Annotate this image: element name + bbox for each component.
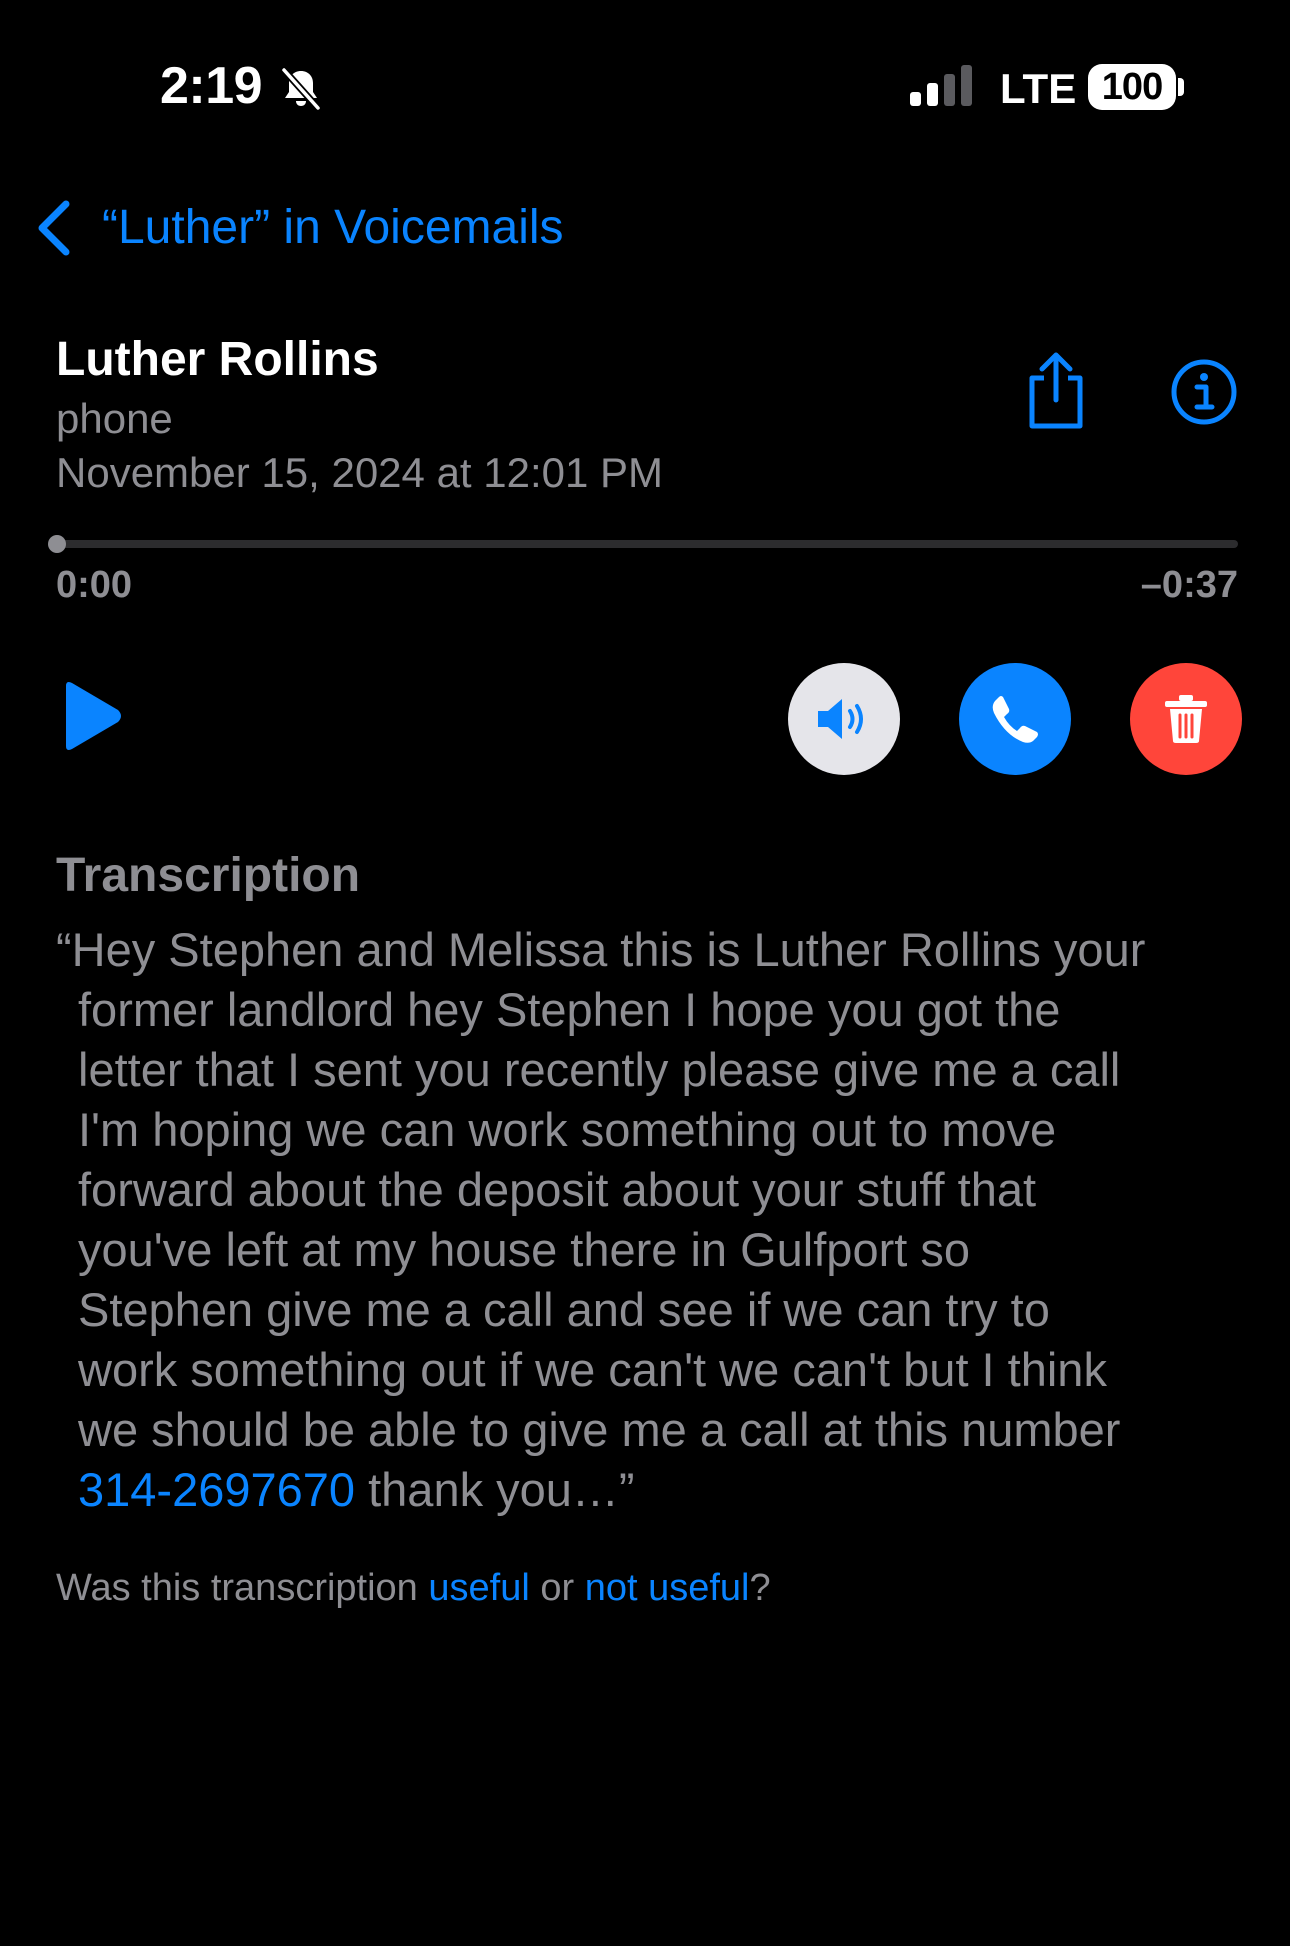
transcription-line: former landlord hey Stephen I hope you g… bbox=[78, 983, 1061, 1036]
speaker-icon bbox=[818, 699, 863, 739]
transcription-line: we should be able to give me a call at t… bbox=[78, 1403, 1121, 1456]
speaker-button[interactable] bbox=[788, 663, 900, 775]
back-label: “Luther” in Voicemails bbox=[102, 201, 564, 254]
contact-name: Luther Rollins bbox=[56, 333, 379, 386]
battery-level: 100 bbox=[1088, 64, 1176, 110]
transcription-line: Stephen give me a call and see if we can… bbox=[78, 1283, 1050, 1336]
transcription-line: I'm hoping we can work something out to … bbox=[78, 1103, 1057, 1156]
transcription-heading: Transcription bbox=[56, 849, 361, 902]
bell-slash-icon bbox=[281, 67, 321, 111]
cellular-signal-icon bbox=[910, 65, 972, 106]
chevron-left-icon bbox=[38, 200, 70, 256]
scrubber-thumb[interactable] bbox=[48, 535, 66, 553]
transcription-line: “Hey Stephen and Melissa this is Luther … bbox=[56, 923, 1146, 976]
not-useful-link[interactable]: not useful bbox=[585, 1567, 750, 1609]
battery-tip bbox=[1178, 78, 1184, 96]
feedback-suffix: ? bbox=[749, 1567, 771, 1609]
status-time: 2:19 bbox=[160, 57, 263, 115]
remaining-time: –0:37 bbox=[1140, 564, 1238, 606]
voicemail-detail-screen: 2:19 LTE 100 “Luther” in Voicemails Luth… bbox=[0, 0, 1290, 1946]
call-back-button[interactable] bbox=[959, 663, 1071, 775]
transcription-text: “Hey Stephen and Melissa this is Luther … bbox=[56, 920, 1246, 1520]
transcription-line: forward about the deposit about your stu… bbox=[78, 1163, 1037, 1216]
feedback-middle: or bbox=[529, 1567, 585, 1609]
useful-link[interactable]: useful bbox=[428, 1567, 529, 1609]
phone-label: phone bbox=[56, 395, 173, 442]
back-button[interactable]: “Luther” in Voicemails bbox=[34, 196, 564, 260]
transcription-last-line: 314-2697670 thank you…” bbox=[56, 1460, 1246, 1520]
phone-icon bbox=[992, 696, 1038, 743]
transcription-line: you've left at my house there in Gulfpor… bbox=[78, 1223, 970, 1276]
voicemail-date: November 15, 2024 at 12:01 PM bbox=[56, 449, 664, 496]
delete-button[interactable] bbox=[1130, 663, 1242, 775]
elapsed-time: 0:00 bbox=[56, 564, 133, 606]
feedback-prefix: Was this transcription bbox=[56, 1567, 429, 1609]
transcription-line: letter that I sent you recently please g… bbox=[78, 1043, 1121, 1096]
transcription-ending: thank you…” bbox=[355, 1463, 635, 1516]
transcription-line: work something out if we can't we can't … bbox=[78, 1343, 1107, 1396]
play-icon[interactable] bbox=[60, 680, 124, 752]
trash-icon bbox=[1165, 695, 1207, 743]
transcription-feedback: Was this transcription useful or not use… bbox=[56, 1564, 771, 1612]
share-icon[interactable] bbox=[1024, 350, 1088, 430]
playback-scrubber[interactable] bbox=[56, 540, 1238, 548]
network-type: LTE bbox=[1000, 65, 1077, 112]
phone-number-link[interactable]: 314-2697670 bbox=[78, 1463, 355, 1516]
info-icon[interactable] bbox=[1170, 358, 1238, 426]
